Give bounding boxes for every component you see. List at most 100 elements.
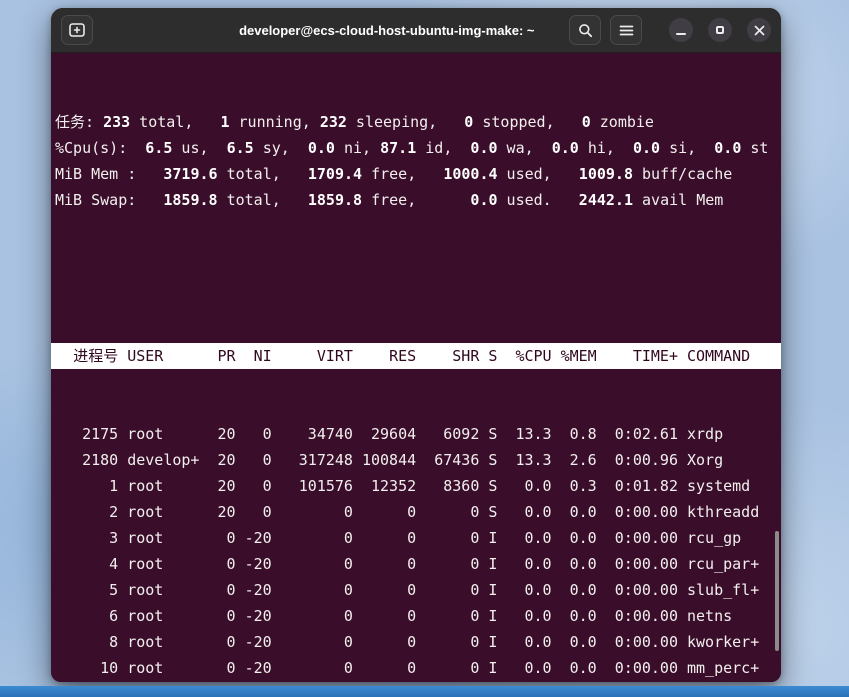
column-header: TIME+ <box>632 347 678 365</box>
minimize-button[interactable] <box>669 18 693 42</box>
cell: 0 <box>262 425 272 443</box>
cell: 0.0 <box>524 659 552 677</box>
cell: S <box>479 681 497 682</box>
column-header: USER <box>127 347 164 365</box>
terminal-window: developer@ecs-cloud-host-ubuntu-img-make… <box>51 8 781 682</box>
terminal-content[interactable]: 任务: 233 total, 1 running, 232 sleeping, … <box>51 53 781 682</box>
cell: 12352 <box>371 477 417 495</box>
cell: S <box>488 425 498 443</box>
cell: 20 <box>199 681 235 682</box>
cell: 0:02.61 <box>614 425 678 443</box>
cell: 0 <box>343 633 353 651</box>
summary-line: MiB Swap: 1859.8 total, 1859.8 free, 0.0… <box>55 191 724 209</box>
cell: mm_perc+ <box>687 659 760 677</box>
cell: 0.0 <box>552 681 597 682</box>
cell: 20 <box>217 477 236 495</box>
search-button[interactable] <box>569 15 601 45</box>
cell: 0:00.00 <box>597 681 678 682</box>
cell: 0 <box>262 477 272 495</box>
cell: 0 <box>407 633 417 651</box>
cell: 11 <box>55 681 118 682</box>
summary-line: MiB Mem : 3719.6 total, 1709.4 free, 100… <box>55 165 733 183</box>
scrollbar-thumb[interactable] <box>775 531 779 651</box>
cell: 0 <box>236 681 272 682</box>
cell: systemd <box>687 477 751 495</box>
cell: I <box>488 581 498 599</box>
cell: xrdp <box>687 425 724 443</box>
cell: 0 <box>353 681 416 682</box>
cell: 0:01.82 <box>614 477 678 495</box>
titlebar[interactable]: developer@ecs-cloud-host-ubuntu-img-make… <box>51 8 781 53</box>
new-tab-button[interactable] <box>61 15 93 45</box>
cell: 4 <box>109 555 119 573</box>
taskbar-strip <box>0 686 849 697</box>
cell: 0:00.00 <box>614 581 678 599</box>
cell: 0 <box>407 581 417 599</box>
menu-button[interactable] <box>610 15 642 45</box>
cell: root <box>127 529 164 547</box>
column-header: SHR <box>452 347 480 365</box>
cell: 0.0 <box>569 503 597 521</box>
cell: I <box>488 555 498 573</box>
column-header: %MEM <box>560 347 597 365</box>
process-row: 4 root 0 -20 0 0 0 I 0.0 0.0 0:00.00 rcu_par+ <box>55 551 777 577</box>
cell: root <box>127 425 164 443</box>
process-header-row: 进程号 USER PR NI VIRT RES SHR S %CPU %MEM TIME+ COMMA… <box>51 343 781 369</box>
cell: 0 <box>470 659 480 677</box>
cell: 0.0 <box>569 659 597 677</box>
process-row: 8 root 0 -20 0 0 0 I 0.0 0.0 0:00.00 kworker+ <box>55 629 777 655</box>
cell: root <box>127 633 164 651</box>
cell: 0 <box>407 607 417 625</box>
cell: 0 <box>343 503 353 521</box>
cell: 100844 <box>361 451 417 469</box>
cell: 8360 <box>443 477 480 495</box>
process-row: 11root200000S0.00.00:00.00rcu_tas+ <box>55 681 777 682</box>
search-icon <box>578 23 593 38</box>
cell: 0 <box>470 503 480 521</box>
cell: 0.0 <box>497 681 551 682</box>
window-controls <box>669 18 771 42</box>
column-header: VIRT <box>316 347 353 365</box>
process-row: 1 root 20 0 101576 12352 8360 S 0.0 0.3 0:01.82 sys… <box>55 473 777 499</box>
cell: 0 <box>343 607 353 625</box>
cell: 0 <box>343 555 353 573</box>
cell: 20 <box>217 451 236 469</box>
cell: -20 <box>244 607 272 625</box>
close-icon <box>754 25 765 36</box>
cell: 0 <box>470 607 480 625</box>
cell: 0 <box>226 581 236 599</box>
cell: root <box>127 503 164 521</box>
cell: 101576 <box>298 477 353 495</box>
cell: -20 <box>244 659 272 677</box>
cell: S <box>488 451 498 469</box>
cell: 0.0 <box>524 477 552 495</box>
cell: rcu_tas+ <box>678 681 777 682</box>
cell: root <box>127 659 164 677</box>
cell: root <box>127 581 164 599</box>
column-header: S <box>488 347 498 365</box>
cell: 29604 <box>371 425 417 443</box>
cell: 0.0 <box>524 607 552 625</box>
cell: root <box>127 477 164 495</box>
cell: 13.3 <box>515 425 552 443</box>
cell: rcu_gp <box>687 529 742 547</box>
cell: 0 <box>226 529 236 547</box>
cell: 6092 <box>443 425 480 443</box>
cell: 0.8 <box>569 425 597 443</box>
cell: -20 <box>244 529 272 547</box>
close-button[interactable] <box>747 18 771 42</box>
cell: I <box>488 529 498 547</box>
cell: 317248 <box>298 451 353 469</box>
cell: 0:00.00 <box>614 607 678 625</box>
cell: 0 <box>262 451 272 469</box>
cell: 2175 <box>82 425 119 443</box>
cell: slub_fl+ <box>687 581 760 599</box>
cell: 0.0 <box>569 529 597 547</box>
maximize-button[interactable] <box>708 18 732 42</box>
process-row: 2180 develop+ 20 0 317248 100844 67436 S 13.3 2.6… <box>55 447 777 473</box>
column-header: RES <box>389 347 417 365</box>
cell: 0 <box>407 659 417 677</box>
column-header: 进程号 <box>73 347 119 365</box>
cell: 0 <box>343 581 353 599</box>
cell: 6 <box>109 607 119 625</box>
